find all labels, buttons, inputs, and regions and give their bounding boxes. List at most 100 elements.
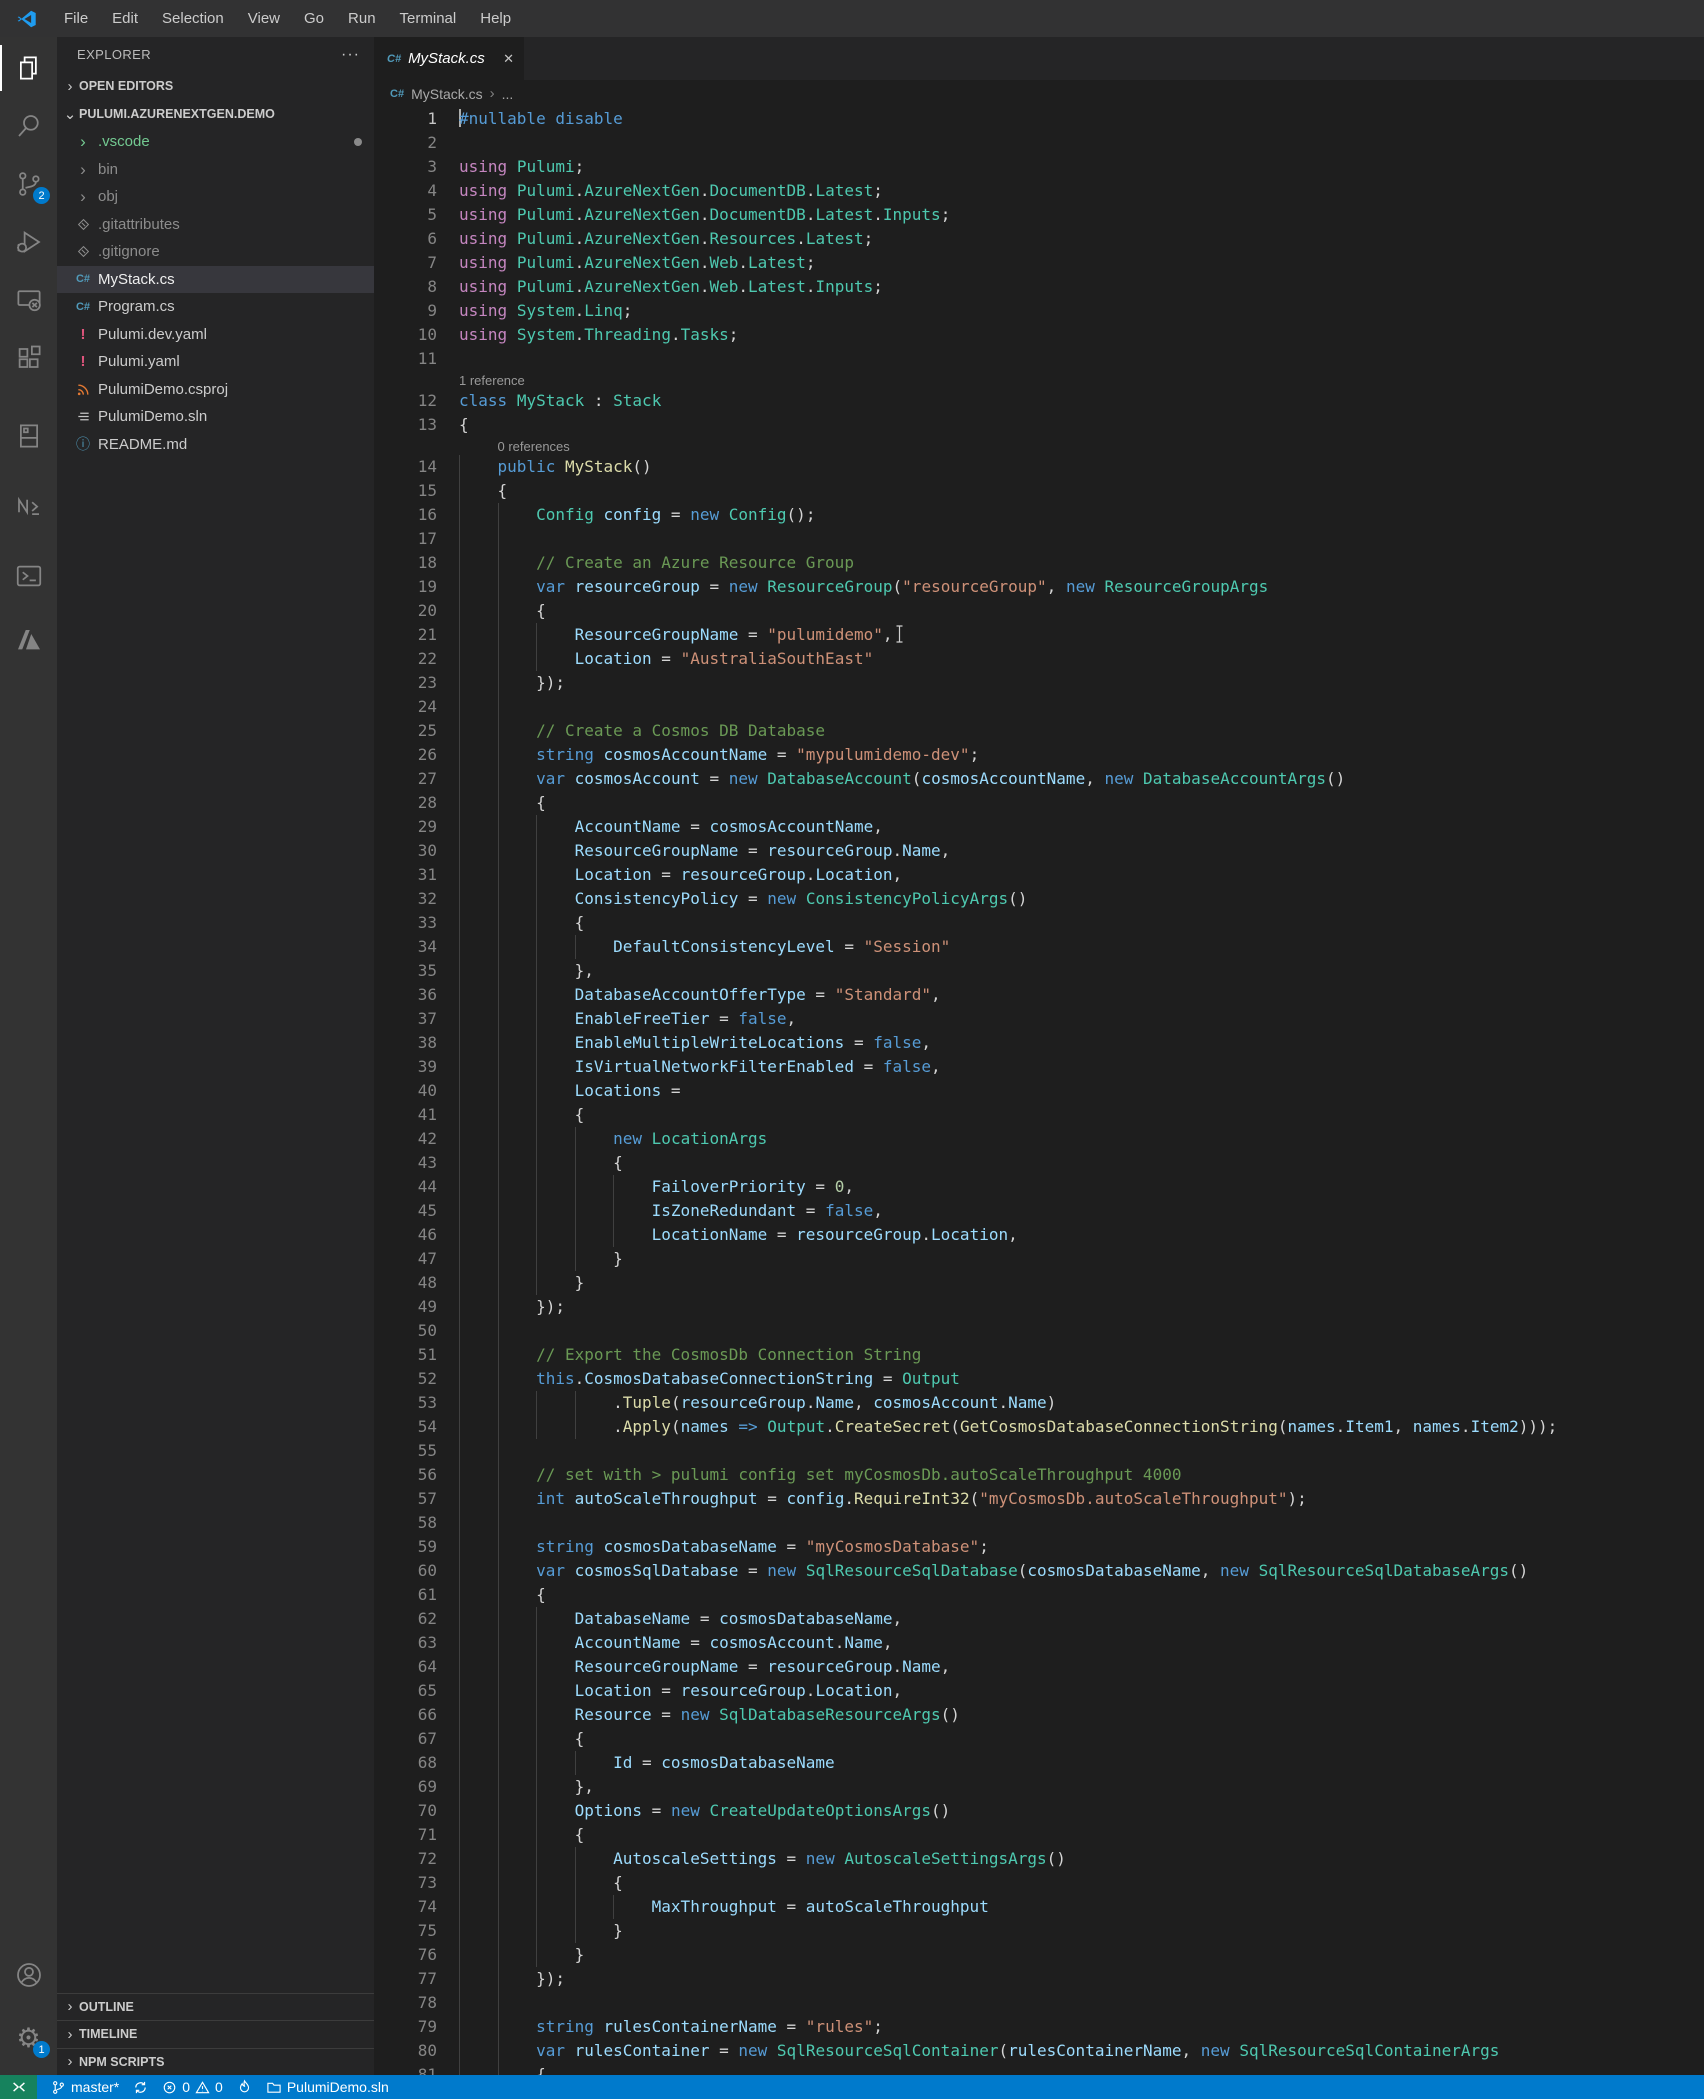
menu-run[interactable]: Run: [336, 0, 388, 37]
code-line[interactable]: 36DatabaseAccountOfferType = "Standard",: [374, 983, 1704, 1007]
menu-help[interactable]: Help: [468, 0, 523, 37]
code-line[interactable]: 77});: [374, 1967, 1704, 1991]
code-line[interactable]: 42new LocationArgs: [374, 1127, 1704, 1151]
tree-item-obj[interactable]: ›obj: [57, 183, 374, 211]
more-actions-icon[interactable]: ···: [341, 46, 360, 64]
breadcrumb-symbol[interactable]: ...: [502, 86, 514, 102]
codelens-label[interactable]: 0 references: [459, 439, 570, 454]
powershell-icon[interactable]: [0, 553, 57, 599]
code-line[interactable]: 49});: [374, 1295, 1704, 1319]
codelens[interactable]: 0 references: [374, 437, 1704, 455]
code-line[interactable]: 75}: [374, 1919, 1704, 1943]
run-debug-icon[interactable]: [0, 219, 57, 265]
code-line[interactable]: 10using System.Threading.Tasks;: [374, 323, 1704, 347]
code-line[interactable]: 35},: [374, 959, 1704, 983]
git-branch-status[interactable]: master*: [51, 2079, 119, 2095]
tree-item-pulumidemo-csproj[interactable]: PulumiDemo.csproj: [57, 376, 374, 404]
menu-go[interactable]: Go: [292, 0, 336, 37]
tree-item-vscode[interactable]: ›.vscode: [57, 128, 374, 156]
nuget-icon[interactable]: [0, 483, 57, 529]
code-line[interactable]: 25// Create a Cosmos DB Database: [374, 719, 1704, 743]
code-line[interactable]: 39IsVirtualNetworkFilterEnabled = false,: [374, 1055, 1704, 1079]
code-line[interactable]: 78: [374, 1991, 1704, 2015]
code-line[interactable]: 46LocationName = resourceGroup.Location,: [374, 1223, 1704, 1247]
code-line[interactable]: 28{: [374, 791, 1704, 815]
notebook-icon[interactable]: [0, 413, 57, 459]
code-line[interactable]: 11: [374, 347, 1704, 371]
code-line[interactable]: 26string cosmosAccountName = "mypulumide…: [374, 743, 1704, 767]
code-line[interactable]: 79string rulesContainerName = "rules";: [374, 2015, 1704, 2039]
code-line[interactable]: 59string cosmosDatabaseName = "myCosmosD…: [374, 1535, 1704, 1559]
code-line[interactable]: 8using Pulumi.AzureNextGen.Web.Latest.In…: [374, 275, 1704, 299]
codelens-label[interactable]: 1 reference: [459, 373, 525, 388]
code-line[interactable]: 43{: [374, 1151, 1704, 1175]
code-line[interactable]: 65Location = resourceGroup.Location,: [374, 1679, 1704, 1703]
source-control-icon[interactable]: 2: [0, 161, 57, 207]
breadcrumb-file[interactable]: MyStack.cs: [411, 86, 483, 102]
close-tab-icon[interactable]: ✕: [503, 51, 514, 67]
explorer-icon[interactable]: [0, 45, 57, 91]
code-line[interactable]: 60var cosmosSqlDatabase = new SqlResourc…: [374, 1559, 1704, 1583]
code-line[interactable]: 4using Pulumi.AzureNextGen.DocumentDB.La…: [374, 179, 1704, 203]
breadcrumb[interactable]: C# MyStack.cs › ...: [374, 80, 1704, 107]
code-line[interactable]: 33{: [374, 911, 1704, 935]
code-line[interactable]: 31Location = resourceGroup.Location,: [374, 863, 1704, 887]
code-line[interactable]: 57int autoScaleThroughput = config.Requi…: [374, 1487, 1704, 1511]
code-line[interactable]: 45IsZoneRedundant = false,: [374, 1199, 1704, 1223]
code-line[interactable]: 2: [374, 131, 1704, 155]
code-line[interactable]: 58: [374, 1511, 1704, 1535]
code-line[interactable]: 71{: [374, 1823, 1704, 1847]
code-line[interactable]: 21ResourceGroupName = "pulumidemo",: [374, 623, 1704, 647]
remote-indicator[interactable]: [0, 2075, 37, 2099]
code-line[interactable]: 32ConsistencyPolicy = new ConsistencyPol…: [374, 887, 1704, 911]
menu-file[interactable]: File: [52, 0, 100, 37]
code-line[interactable]: 40Locations =: [374, 1079, 1704, 1103]
code-line[interactable]: 14public MyStack(): [374, 455, 1704, 479]
remote-explorer-icon[interactable]: [0, 277, 57, 323]
code-line[interactable]: 62DatabaseName = cosmosDatabaseName,: [374, 1607, 1704, 1631]
timeline-section[interactable]: › TIMELINE: [57, 2020, 374, 2048]
npm-scripts-section[interactable]: › NPM SCRIPTS: [57, 2048, 374, 2076]
code-line[interactable]: 41{: [374, 1103, 1704, 1127]
tree-item-pulumi-dev-yaml[interactable]: !Pulumi.dev.yaml: [57, 321, 374, 349]
code-line[interactable]: 29AccountName = cosmosAccountName,: [374, 815, 1704, 839]
tree-item-pulumi-yaml[interactable]: !Pulumi.yaml: [57, 348, 374, 376]
code-line[interactable]: 66Resource = new SqlDatabaseResourceArgs…: [374, 1703, 1704, 1727]
problems-status[interactable]: 0 0: [162, 2079, 223, 2095]
code-line[interactable]: 63AccountName = cosmosAccount.Name,: [374, 1631, 1704, 1655]
workspace-root-folder[interactable]: ⌄ PULUMI.AZURENEXTGEN.DEMO: [57, 100, 374, 128]
search-icon[interactable]: [0, 103, 57, 149]
code-line[interactable]: 61{: [374, 1583, 1704, 1607]
code-line[interactable]: 23});: [374, 671, 1704, 695]
code-line[interactable]: 68Id = cosmosDatabaseName: [374, 1751, 1704, 1775]
code-line[interactable]: 9using System.Linq;: [374, 299, 1704, 323]
code-line[interactable]: 12class MyStack : Stack: [374, 389, 1704, 413]
menu-terminal[interactable]: Terminal: [388, 0, 469, 37]
tree-item-program-cs[interactable]: C#Program.cs: [57, 293, 374, 321]
codelens[interactable]: 1 reference: [374, 371, 1704, 389]
menu-view[interactable]: View: [236, 0, 292, 37]
tab-mystack-cs[interactable]: C# MyStack.cs ✕: [374, 37, 524, 80]
settings-gear-icon[interactable]: ⚙ 1: [0, 2015, 57, 2061]
code-line[interactable]: 15{: [374, 479, 1704, 503]
tree-item-gitignore[interactable]: .gitignore: [57, 238, 374, 266]
code-line[interactable]: 1#nullable disable: [374, 107, 1704, 131]
code-line[interactable]: 50: [374, 1319, 1704, 1343]
tree-item-bin[interactable]: ›bin: [57, 156, 374, 184]
code-line[interactable]: 34DefaultConsistencyLevel = "Session": [374, 935, 1704, 959]
code-line[interactable]: 53.Tuple(resourceGroup.Name, cosmosAccou…: [374, 1391, 1704, 1415]
code-line[interactable]: 13{: [374, 413, 1704, 437]
code-line[interactable]: 70Options = new CreateUpdateOptionsArgs(…: [374, 1799, 1704, 1823]
code-line[interactable]: 16Config config = new Config();: [374, 503, 1704, 527]
code-line[interactable]: 38EnableMultipleWriteLocations = false,: [374, 1031, 1704, 1055]
code-editor[interactable]: 1#nullable disable23using Pulumi;4using …: [374, 107, 1704, 2075]
tree-item-gitattributes[interactable]: .gitattributes: [57, 211, 374, 239]
code-line[interactable]: 74MaxThroughput = autoScaleThroughput: [374, 1895, 1704, 1919]
code-line[interactable]: 55: [374, 1439, 1704, 1463]
tree-item-pulumidemo-sln[interactable]: PulumiDemo.sln: [57, 403, 374, 431]
azure-icon[interactable]: [0, 617, 57, 663]
code-line[interactable]: 56// set with > pulumi config set myCosm…: [374, 1463, 1704, 1487]
outline-section[interactable]: › OUTLINE: [57, 1993, 374, 2021]
code-line[interactable]: 47}: [374, 1247, 1704, 1271]
code-line[interactable]: 19var resourceGroup = new ResourceGroup(…: [374, 575, 1704, 599]
